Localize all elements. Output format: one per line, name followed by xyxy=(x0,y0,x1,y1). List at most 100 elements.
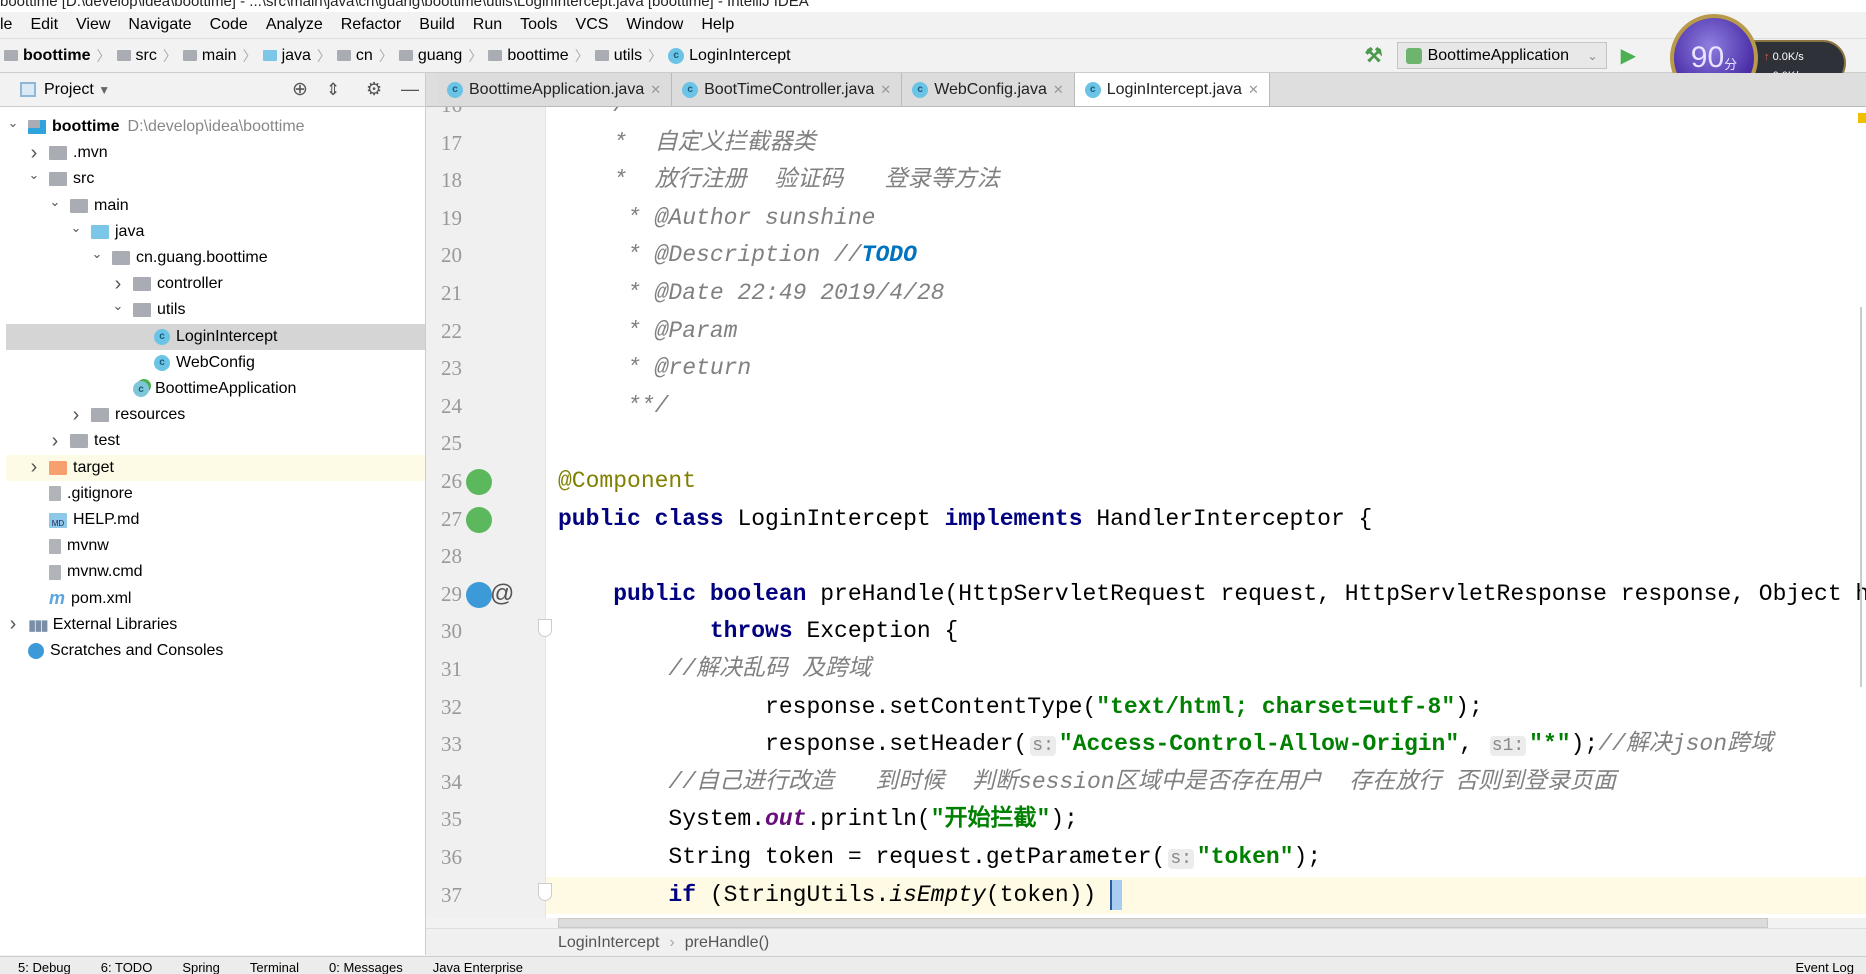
tool-button[interactable]: Java Enterprise xyxy=(415,957,535,974)
spring-class-icon[interactable] xyxy=(466,506,492,533)
expand-chevron-icon[interactable]: ⌄ xyxy=(90,246,104,262)
editor-tab[interactable]: c BoottimeApplication.java ✕ xyxy=(437,73,673,106)
menu-run[interactable]: Run xyxy=(464,16,511,34)
menu-code[interactable]: Code xyxy=(201,16,257,34)
menu-vcs[interactable]: VCS xyxy=(567,16,618,34)
expand-chevron-icon[interactable]: › xyxy=(27,142,41,165)
editor-tabs: c BoottimeApplication.java ✕ c BootTimeContr… xyxy=(426,73,1866,107)
event-log-button[interactable]: Event Log xyxy=(1777,957,1866,974)
tree-item[interactable]: ⌄ main xyxy=(6,193,425,219)
expand-chevron-icon[interactable]: › xyxy=(69,404,83,427)
tool-button[interactable]: Terminal xyxy=(232,957,311,974)
line-number: 19 xyxy=(441,205,462,230)
hide-icon[interactable]: — xyxy=(401,79,419,100)
maven-icon: m xyxy=(49,588,66,609)
nav-crumb[interactable]: guang xyxy=(395,47,467,65)
horizontal-scrollbar[interactable] xyxy=(558,918,1768,928)
menu-navigate[interactable]: Navigate xyxy=(119,16,200,34)
menu-le[interactable]: le xyxy=(0,16,21,34)
gear-icon[interactable]: ⚙ xyxy=(366,79,382,100)
run-config-dropdown[interactable]: BoottimeApplication ⌄ xyxy=(1396,42,1607,69)
tree-item[interactable]: › controller xyxy=(6,271,425,297)
menu-refactor[interactable]: Refactor xyxy=(332,16,410,34)
nav-crumb[interactable]: boottime xyxy=(484,47,572,65)
nav-crumb[interactable]: boottime xyxy=(0,47,95,65)
override-method-icon[interactable] xyxy=(466,581,492,608)
collapse-all-icon[interactable]: ⇕ xyxy=(326,80,340,100)
close-tab-icon[interactable]: ✕ xyxy=(1248,82,1259,98)
nav-crumb[interactable]: java xyxy=(259,47,315,65)
editor-tab[interactable]: c WebConfig.java ✕ xyxy=(902,73,1075,106)
tree-item[interactable]: › ▮▮▮ External Libraries xyxy=(6,612,425,638)
tree-item[interactable]: Scratches and Consoles xyxy=(6,638,425,664)
tree-item-label: main xyxy=(94,196,129,214)
tree-item[interactable]: › target xyxy=(6,454,425,481)
editor-tab[interactable]: c LoginIntercept.java ✕ xyxy=(1074,73,1270,106)
code-line: /** xyxy=(558,107,654,124)
vertical-scrollbar[interactable] xyxy=(1860,307,1862,687)
tree-item[interactable]: › test xyxy=(6,428,425,454)
expand-chevron-icon[interactable]: › xyxy=(27,456,41,479)
tree-item[interactable]: ⌄ boottime D:\develop\idea\boottime xyxy=(6,114,425,140)
tool-button[interactable]: Spring xyxy=(164,957,232,974)
expand-chevron-icon[interactable]: ⌄ xyxy=(27,167,41,183)
tool-button[interactable]: 0: Messages xyxy=(311,957,415,974)
expand-chevron-icon[interactable]: ⌄ xyxy=(69,220,83,236)
tree-item[interactable]: mvnw.cmd xyxy=(6,559,425,585)
locate-icon[interactable]: ⊕ xyxy=(292,78,308,101)
project-view-selector[interactable]: Project ▼ xyxy=(44,81,110,99)
menu-window[interactable]: Window xyxy=(617,16,692,34)
annotation-at-icon[interactable]: @ xyxy=(490,580,514,608)
tree-item[interactable]: MD HELP.md xyxy=(6,507,425,533)
close-tab-icon[interactable]: ✕ xyxy=(650,82,661,98)
tree-item[interactable]: › .mvn xyxy=(6,140,425,166)
fold-marker-icon[interactable] xyxy=(538,882,552,901)
tree-item[interactable]: c LoginIntercept xyxy=(6,323,425,350)
nav-crumb[interactable]: utils xyxy=(591,47,646,65)
tree-item[interactable]: › resources xyxy=(6,402,425,428)
line-number: 26 xyxy=(441,469,462,493)
build-hammer-icon[interactable]: ⚒ xyxy=(1365,43,1383,68)
expand-chevron-icon[interactable]: ⌄ xyxy=(111,298,125,314)
tree-item[interactable]: ⌄ java xyxy=(6,219,425,245)
close-tab-icon[interactable]: ✕ xyxy=(1053,82,1064,98)
menu-help[interactable]: Help xyxy=(692,16,743,34)
expand-chevron-icon[interactable]: ⌄ xyxy=(48,194,62,210)
tree-item[interactable]: m pom.xml xyxy=(6,586,425,612)
tree-item[interactable]: ⌄ utils xyxy=(6,297,425,323)
code-editor[interactable]: 16 17 18 19 20 21 22 23 24 25 26 27 28 29 30 31 32 33 34 35… xyxy=(426,107,1866,918)
expand-chevron-icon[interactable]: › xyxy=(6,613,20,636)
folder-icon xyxy=(70,198,88,213)
close-tab-icon[interactable]: ✕ xyxy=(880,82,891,98)
menu-analyze[interactable]: Analyze xyxy=(257,16,332,34)
tree-item[interactable]: mvnw xyxy=(6,533,425,559)
line-number: 38 xyxy=(426,914,462,918)
expand-chevron-icon[interactable]: › xyxy=(111,273,125,296)
fold-marker-icon[interactable] xyxy=(538,619,552,638)
nav-crumb[interactable]: src xyxy=(113,47,161,65)
expand-chevron-icon[interactable]: › xyxy=(48,430,62,453)
code-line: * @return xyxy=(558,355,752,382)
menu-build[interactable]: Build xyxy=(410,16,464,34)
code-line: if (StringUtils.isEmpty(token)) xyxy=(558,877,1123,914)
tree-item[interactable]: c WebConfig xyxy=(6,350,425,376)
nav-crumb[interactable]: c LoginIntercept xyxy=(664,47,794,65)
menu-edit[interactable]: Edit xyxy=(21,16,67,34)
expand-chevron-icon[interactable]: ⌄ xyxy=(6,115,20,131)
tool-button[interactable]: 5: Debug xyxy=(0,957,83,974)
menu-view[interactable]: View xyxy=(67,16,119,34)
editor-tab[interactable]: c BootTimeController.java ✕ xyxy=(672,73,903,106)
nav-crumb[interactable]: cn xyxy=(333,47,377,65)
tree-item[interactable]: c BoottimeApplication xyxy=(6,376,425,402)
spring-bean-icon[interactable] xyxy=(466,469,492,495)
code-line: throws Exception { xyxy=(558,618,959,645)
tree-item[interactable]: .gitignore xyxy=(6,481,425,507)
nav-crumb[interactable]: main xyxy=(179,47,241,65)
breadcrumb-method[interactable]: preHandle() xyxy=(685,934,769,952)
menu-tools[interactable]: Tools xyxy=(511,16,566,34)
breadcrumb-class[interactable]: LoginIntercept xyxy=(558,934,659,952)
run-icon[interactable]: ▶ xyxy=(1621,43,1636,68)
tree-item[interactable]: ⌄ cn.guang.boottime xyxy=(6,245,425,271)
tree-item[interactable]: ⌄ src xyxy=(6,166,425,192)
tool-button[interactable]: 6: TODO xyxy=(83,957,165,974)
